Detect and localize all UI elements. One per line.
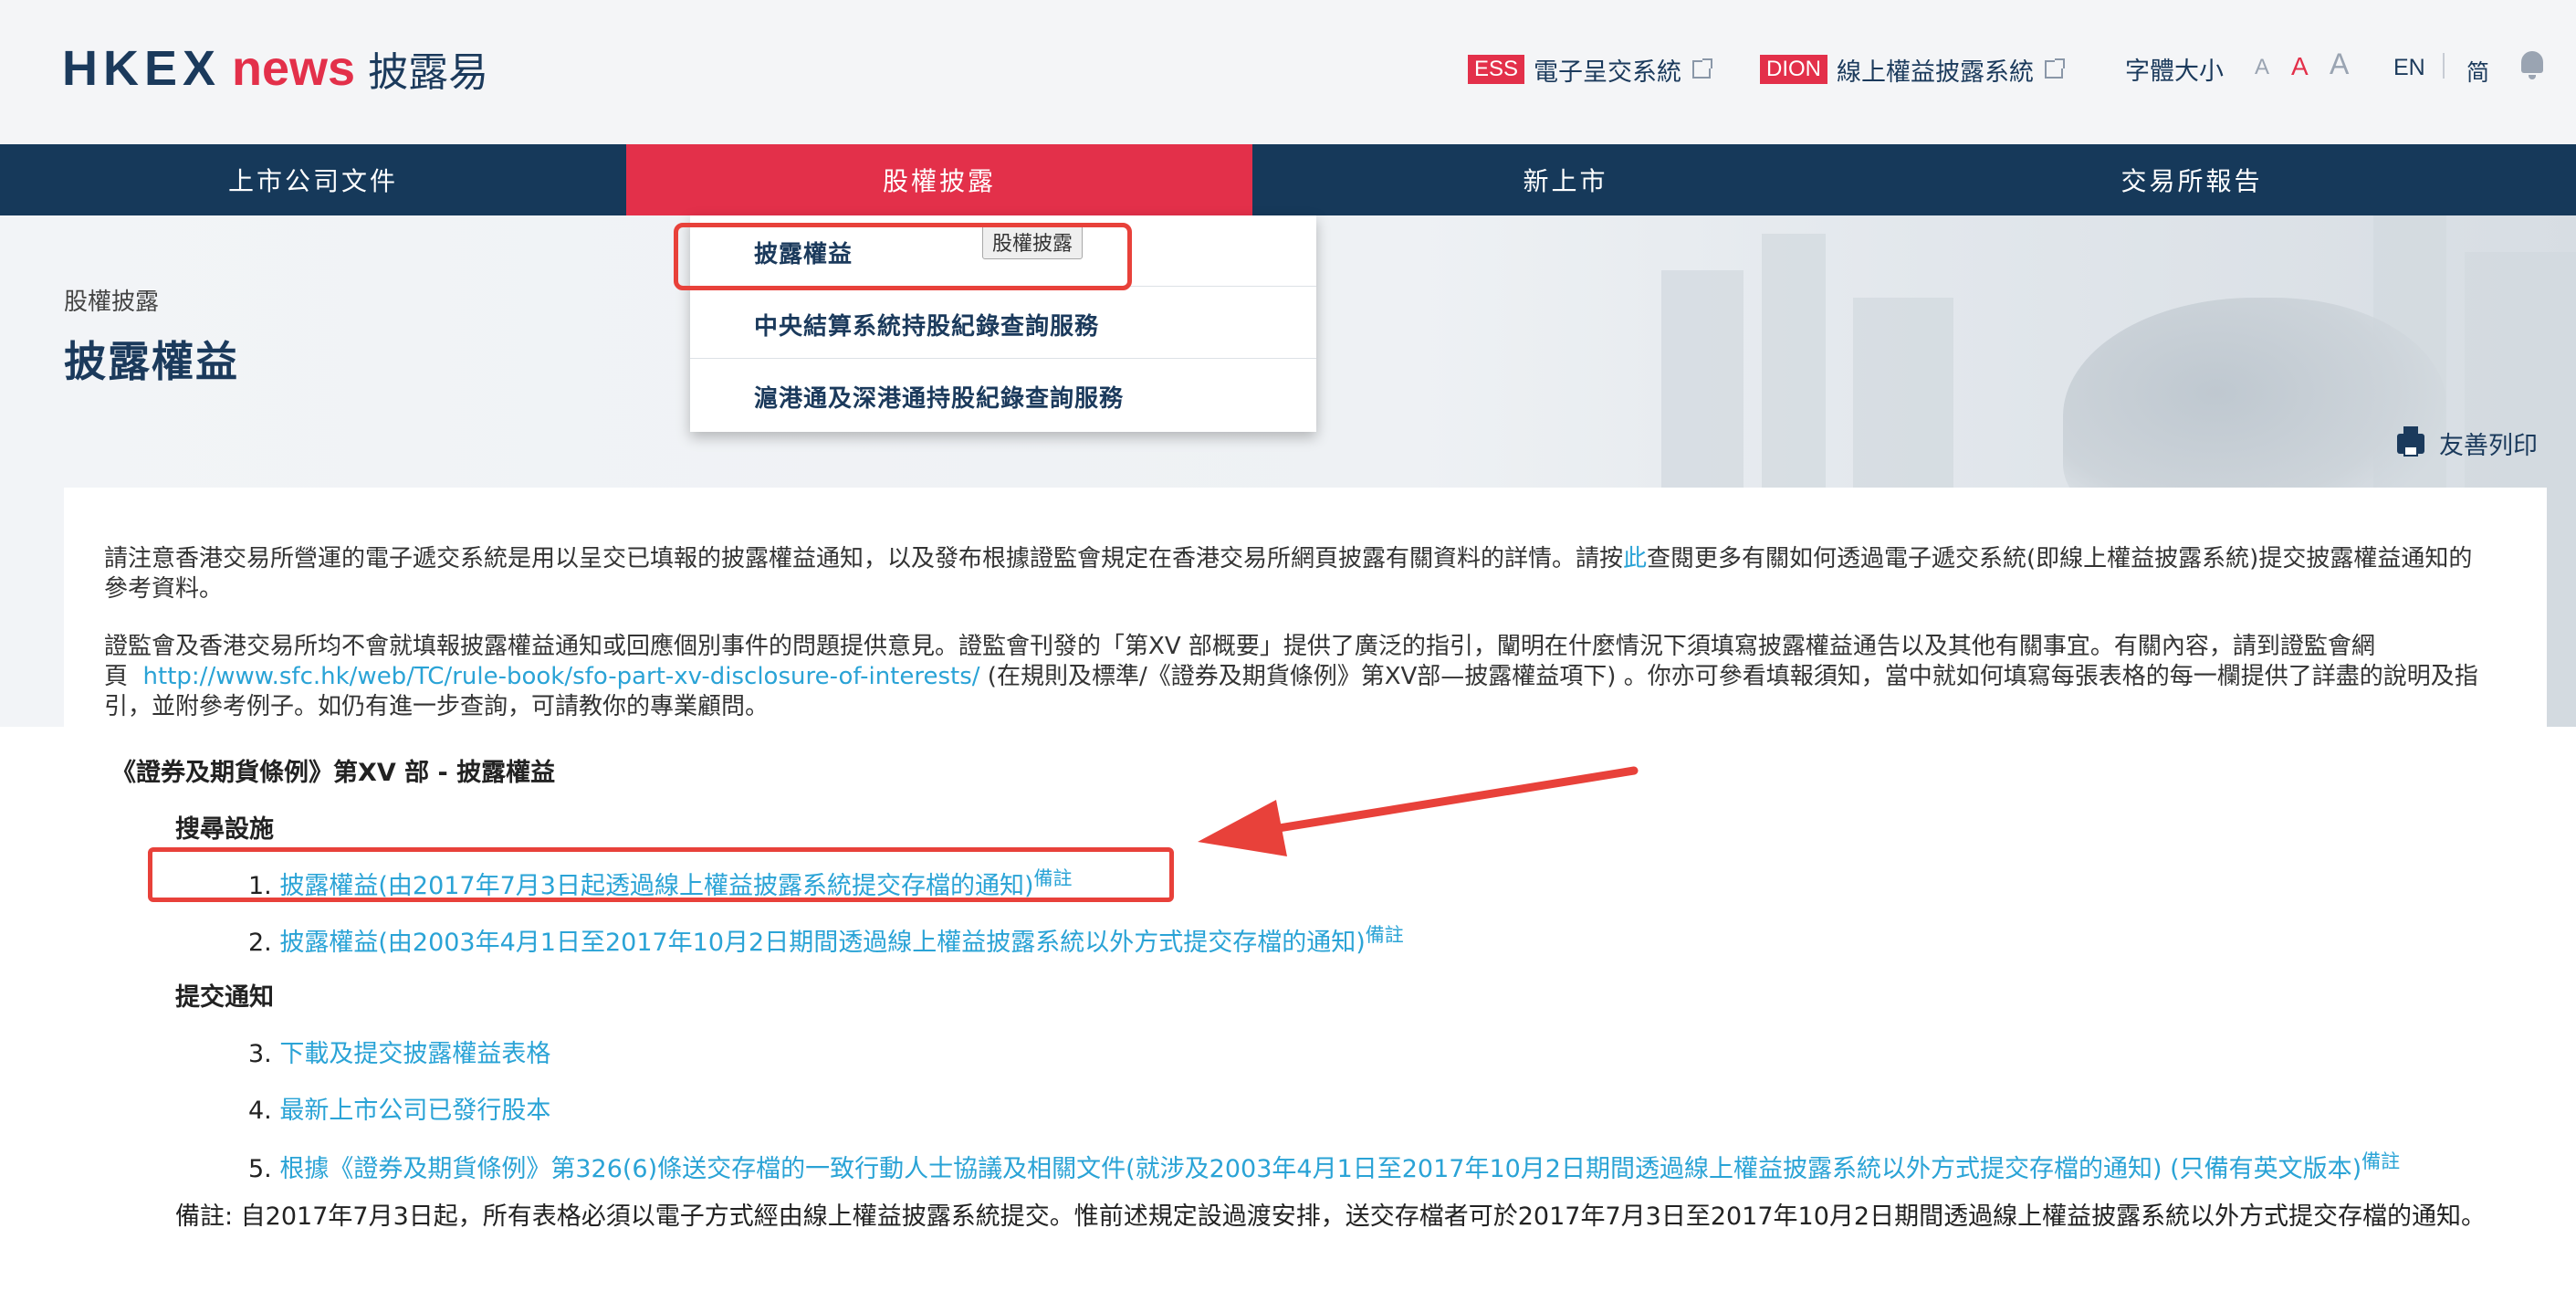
external-link-icon [1692, 58, 1713, 79]
nav-disclosure-of-interests[interactable]: 股權披露 [626, 144, 1252, 215]
list-item: 4. 最新上市公司已發行股本 [248, 1090, 550, 1126]
page-title: 披露權益 [64, 337, 239, 386]
dion-label: 線上權益披露系統 [1837, 58, 2034, 87]
list-number: 5. [248, 1155, 272, 1183]
print-button[interactable]: 友善列印 [2397, 425, 2538, 461]
intro-paragraph-1: 請注意香港交易所營運的電子遞交系統是用以呈交已填報的披露權益通知，以及發布根據證… [104, 544, 2496, 604]
main-nav: 上市公司文件 股權披露 新上市 交易所報告 [0, 144, 2576, 215]
ess-tag: ESS [1468, 55, 1525, 84]
font-size-small-button[interactable]: A [2255, 55, 2269, 80]
issued-shares-link[interactable]: 最新上市公司已發行股本 [279, 1097, 550, 1125]
print-label: 友善列印 [2439, 432, 2538, 460]
here-link[interactable]: 此 [1623, 545, 1647, 572]
annotation-arrow [1198, 766, 1639, 856]
font-size-medium-button[interactable]: A [2291, 52, 2309, 81]
logo-cn-text: 披露易 [368, 49, 489, 96]
dropdown-item-label: 滬港通及深港通持股紀錄查詢服務 [754, 385, 1125, 413]
highlight-box [148, 847, 1174, 902]
list-number: 2. [248, 929, 272, 957]
nav-new-listings[interactable]: 新上市 [1252, 144, 1879, 215]
site-header: HKEX news 披露易 ESS 電子呈交系統 DION 線上權益披露系統 字… [0, 0, 2576, 144]
font-size-large-button[interactable]: A [2330, 47, 2349, 81]
dropdown-item-ccass[interactable]: 中央結算系統持股紀錄查詢服務 [690, 288, 1316, 359]
note-link[interactable]: 備註 [2361, 1150, 2400, 1172]
dropdown-item-stock-connect[interactable]: 滬港通及深港通持股紀錄查詢服務 [690, 360, 1316, 431]
section-title: 《證券及期貨條例》第XV 部 - 披露權益 [111, 759, 556, 787]
list-number: 3. [248, 1040, 272, 1068]
list-item: 5. 根據《證券及期貨條例》第326(6)條送交存檔的一致行動人士協議及相關文件… [248, 1147, 2400, 1184]
search-heading: 搜尋設施 [175, 815, 274, 844]
footnote: 備註: 自2017年7月3日起，所有表格必須以電子方式經由線上權益披露系統提交。… [175, 1202, 2487, 1231]
intro-text: 請注意香港交易所營運的電子遞交系統是用以呈交已填報的披露權益通知，以及發布根據證… [104, 545, 1624, 572]
list-item: 2. 披露權益(由2003年4月1日至2017年10月2日期間透過線上權益披露系… [248, 920, 1404, 958]
nav-listed-company-documents[interactable]: 上市公司文件 [0, 144, 626, 215]
lang-en-button[interactable]: EN [2393, 55, 2425, 81]
nav-exchange-reports[interactable]: 交易所報告 [1879, 144, 2505, 215]
ess-link[interactable]: ESS 電子呈交系統 [1468, 51, 1713, 88]
logo-hkex-text: HKEX [62, 41, 222, 96]
sfc-link[interactable]: http://www.sfc.hk/web/TC/rule-book/sfo-p… [143, 663, 980, 690]
dropdown-item-label: 中央結算系統持股紀錄查詢服務 [754, 313, 1100, 341]
download-forms-link[interactable]: 下載及提交披露權益表格 [279, 1040, 550, 1068]
list-number: 4. [248, 1097, 272, 1125]
ess-label: 電子呈交系統 [1534, 58, 1682, 87]
intro-paragraph-2: 證監會及香港交易所均不會就填報披露權益通知或回應個別事件的問題提供意見。證監會刊… [104, 632, 2496, 722]
bell-icon[interactable] [2521, 51, 2543, 79]
font-size-label: 字體大小 [2125, 58, 2224, 86]
list-item: 3. 下載及提交披露權益表格 [248, 1034, 550, 1069]
concert-party-agreements-link[interactable]: 根據《證券及期貨條例》第326(6)條送交存檔的一致行動人士協議及相關文件(就涉… [279, 1155, 2361, 1183]
hkexnews-logo[interactable]: HKEX news 披露易 [62, 37, 488, 100]
logo-news-text: news [232, 41, 356, 96]
submit-heading: 提交通知 [175, 983, 274, 1012]
dion-link[interactable]: DION 線上權益披露系統 [1760, 51, 2065, 88]
dion-tag: DION [1760, 55, 1827, 84]
lang-divider [2443, 53, 2445, 79]
highlight-box [674, 223, 1132, 290]
printer-icon [2397, 425, 2424, 457]
lang-sc-button[interactable]: 简 [2466, 55, 2489, 88]
breadcrumb[interactable]: 股權披露 [64, 283, 159, 317]
external-link-icon [2045, 58, 2065, 79]
doi-search-legacy-link[interactable]: 披露權益(由2003年4月1日至2017年10月2日期間透過線上權益披露系統以外… [279, 929, 1365, 957]
note-link[interactable]: 備註 [1366, 924, 1404, 946]
